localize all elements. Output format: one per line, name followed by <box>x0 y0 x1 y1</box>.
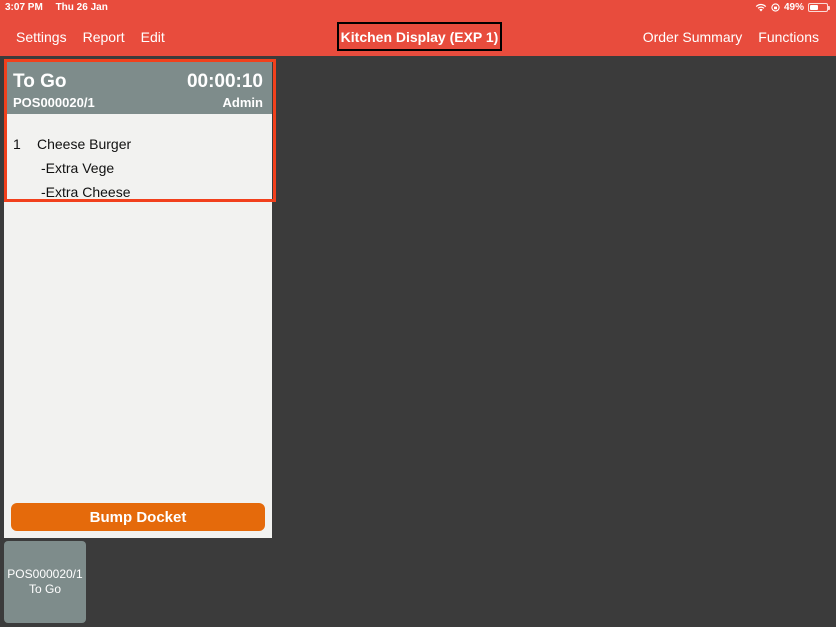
status-date: Thu 26 Jan <box>55 2 108 13</box>
docket-items: 1 Cheese Burger -Extra Vege -Extra Chees… <box>13 132 131 204</box>
order-thumbnail[interactable]: POS000020/1 To Go <box>4 541 86 623</box>
status-bar-right: 49% <box>755 2 830 13</box>
order-summary-menu[interactable]: Order Summary <box>643 29 743 45</box>
top-bar: 3:07 PM Thu 26 Jan 49% Settings Report E… <box>0 0 836 56</box>
battery-percent: 49% <box>783 2 804 13</box>
header-right-menu: Order Summary Functions <box>643 29 819 45</box>
bump-docket-button[interactable]: Bump Docket <box>11 503 265 531</box>
wifi-icon <box>755 3 767 12</box>
item-name: Cheese Burger <box>37 136 132 152</box>
order-type: To Go <box>13 71 67 92</box>
orientation-lock-icon <box>771 3 780 12</box>
battery-fill <box>810 5 818 10</box>
thumbnail-order-type: To Go <box>28 582 61 596</box>
order-user: Admin <box>222 95 263 110</box>
thumbnail-order-number: POS000020/1 <box>7 567 83 581</box>
battery-icon <box>808 3 830 12</box>
status-bar-left: 3:07 PM Thu 26 Jan <box>5 2 118 13</box>
edit-menu[interactable]: Edit <box>141 29 165 45</box>
status-time: 3:07 PM <box>5 2 43 13</box>
report-menu[interactable]: Report <box>83 29 125 45</box>
item-modifier: -Extra Cheese <box>41 184 131 200</box>
item-modifier: -Extra Vege <box>41 160 115 176</box>
item-quantity: 1 <box>13 136 21 152</box>
functions-menu[interactable]: Functions <box>758 29 819 45</box>
settings-menu[interactable]: Settings <box>16 29 67 45</box>
order-docket[interactable]: To Go 00:00:10 POS000020/1 Admin 1 Chees… <box>4 61 272 538</box>
order-timer: 00:00:10 <box>186 71 263 92</box>
order-number: POS000020/1 <box>13 95 95 110</box>
page-title-text: Kitchen Display (EXP 1) <box>340 28 499 45</box>
page-title: Kitchen Display (EXP 1) <box>337 22 502 51</box>
docket-header: To Go 00:00:10 POS000020/1 Admin <box>4 61 272 114</box>
header-left-menu: Settings Report Edit <box>16 29 165 45</box>
list-item[interactable]: 1 Cheese Burger <box>13 132 131 156</box>
